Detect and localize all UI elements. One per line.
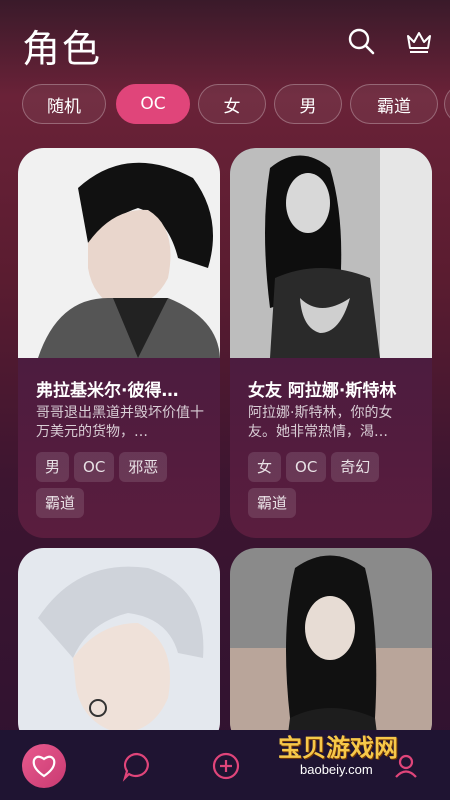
- character-card[interactable]: [18, 548, 220, 748]
- character-portrait: [18, 148, 220, 358]
- filter-bar: 随机 OC 女 男 霸道: [22, 84, 450, 124]
- character-card[interactable]: [230, 548, 432, 748]
- filter-chip-female[interactable]: 女: [198, 84, 266, 124]
- filter-chip-domineering[interactable]: 霸道: [350, 84, 438, 124]
- character-card[interactable]: 弗拉基米尔·彼得… 哥哥退出黑道并毁坏价值十万美元的货物，… 男 OC 邪恶霸道: [18, 148, 220, 538]
- filter-chip-random[interactable]: 随机: [22, 84, 106, 124]
- tag-list: 女 OC 奇幻霸道: [248, 452, 423, 524]
- nav-chat[interactable]: [115, 744, 159, 788]
- search-icon[interactable]: [346, 26, 376, 56]
- chat-bubble-icon: [122, 752, 149, 782]
- filter-chip-oc[interactable]: OC: [116, 84, 190, 124]
- watermark-url: baobeiy.com: [300, 762, 373, 777]
- tag: OC: [74, 452, 115, 482]
- card-title: 弗拉基米尔·彼得…: [36, 381, 179, 401]
- watermark: 宝贝游戏网 baobeiy.com: [278, 728, 428, 784]
- filter-chip-more[interactable]: [444, 84, 450, 124]
- tag: 男: [36, 452, 70, 482]
- tag: OC: [286, 452, 327, 482]
- filter-chip-male[interactable]: 男: [274, 84, 342, 124]
- tag: 霸道: [248, 488, 297, 518]
- heart-icon: [32, 755, 56, 778]
- character-portrait: [18, 548, 220, 748]
- character-portrait: [230, 548, 432, 748]
- tag: 奇幻: [331, 452, 380, 482]
- tag: 女: [248, 452, 282, 482]
- character-card[interactable]: 女友 阿拉娜·斯特林 阿拉娜·斯特林，你的女友。她非常热情，渴… 女 OC 奇幻霸道: [230, 148, 432, 538]
- nav-favorites[interactable]: [22, 744, 66, 788]
- top-bar: 角色: [0, 0, 450, 80]
- page-title: 角色: [22, 27, 103, 71]
- crown-icon[interactable]: [404, 26, 434, 56]
- card-description: 阿拉娜·斯特林，你的女友。她非常热情，渴…: [248, 405, 393, 440]
- tag: 邪恶: [119, 452, 168, 482]
- card-description: 哥哥退出黑道并毁坏价值十万美元的货物，…: [36, 405, 204, 440]
- nav-create[interactable]: [204, 744, 248, 788]
- card-title: 女友 阿拉娜·斯特林: [248, 381, 397, 401]
- plus-circle-icon: [212, 752, 240, 780]
- watermark-text: 宝贝游戏网: [278, 734, 398, 762]
- character-portrait: [230, 148, 432, 358]
- tag-list: 男 OC 邪恶霸道: [36, 452, 211, 524]
- tag: 霸道: [36, 488, 85, 518]
